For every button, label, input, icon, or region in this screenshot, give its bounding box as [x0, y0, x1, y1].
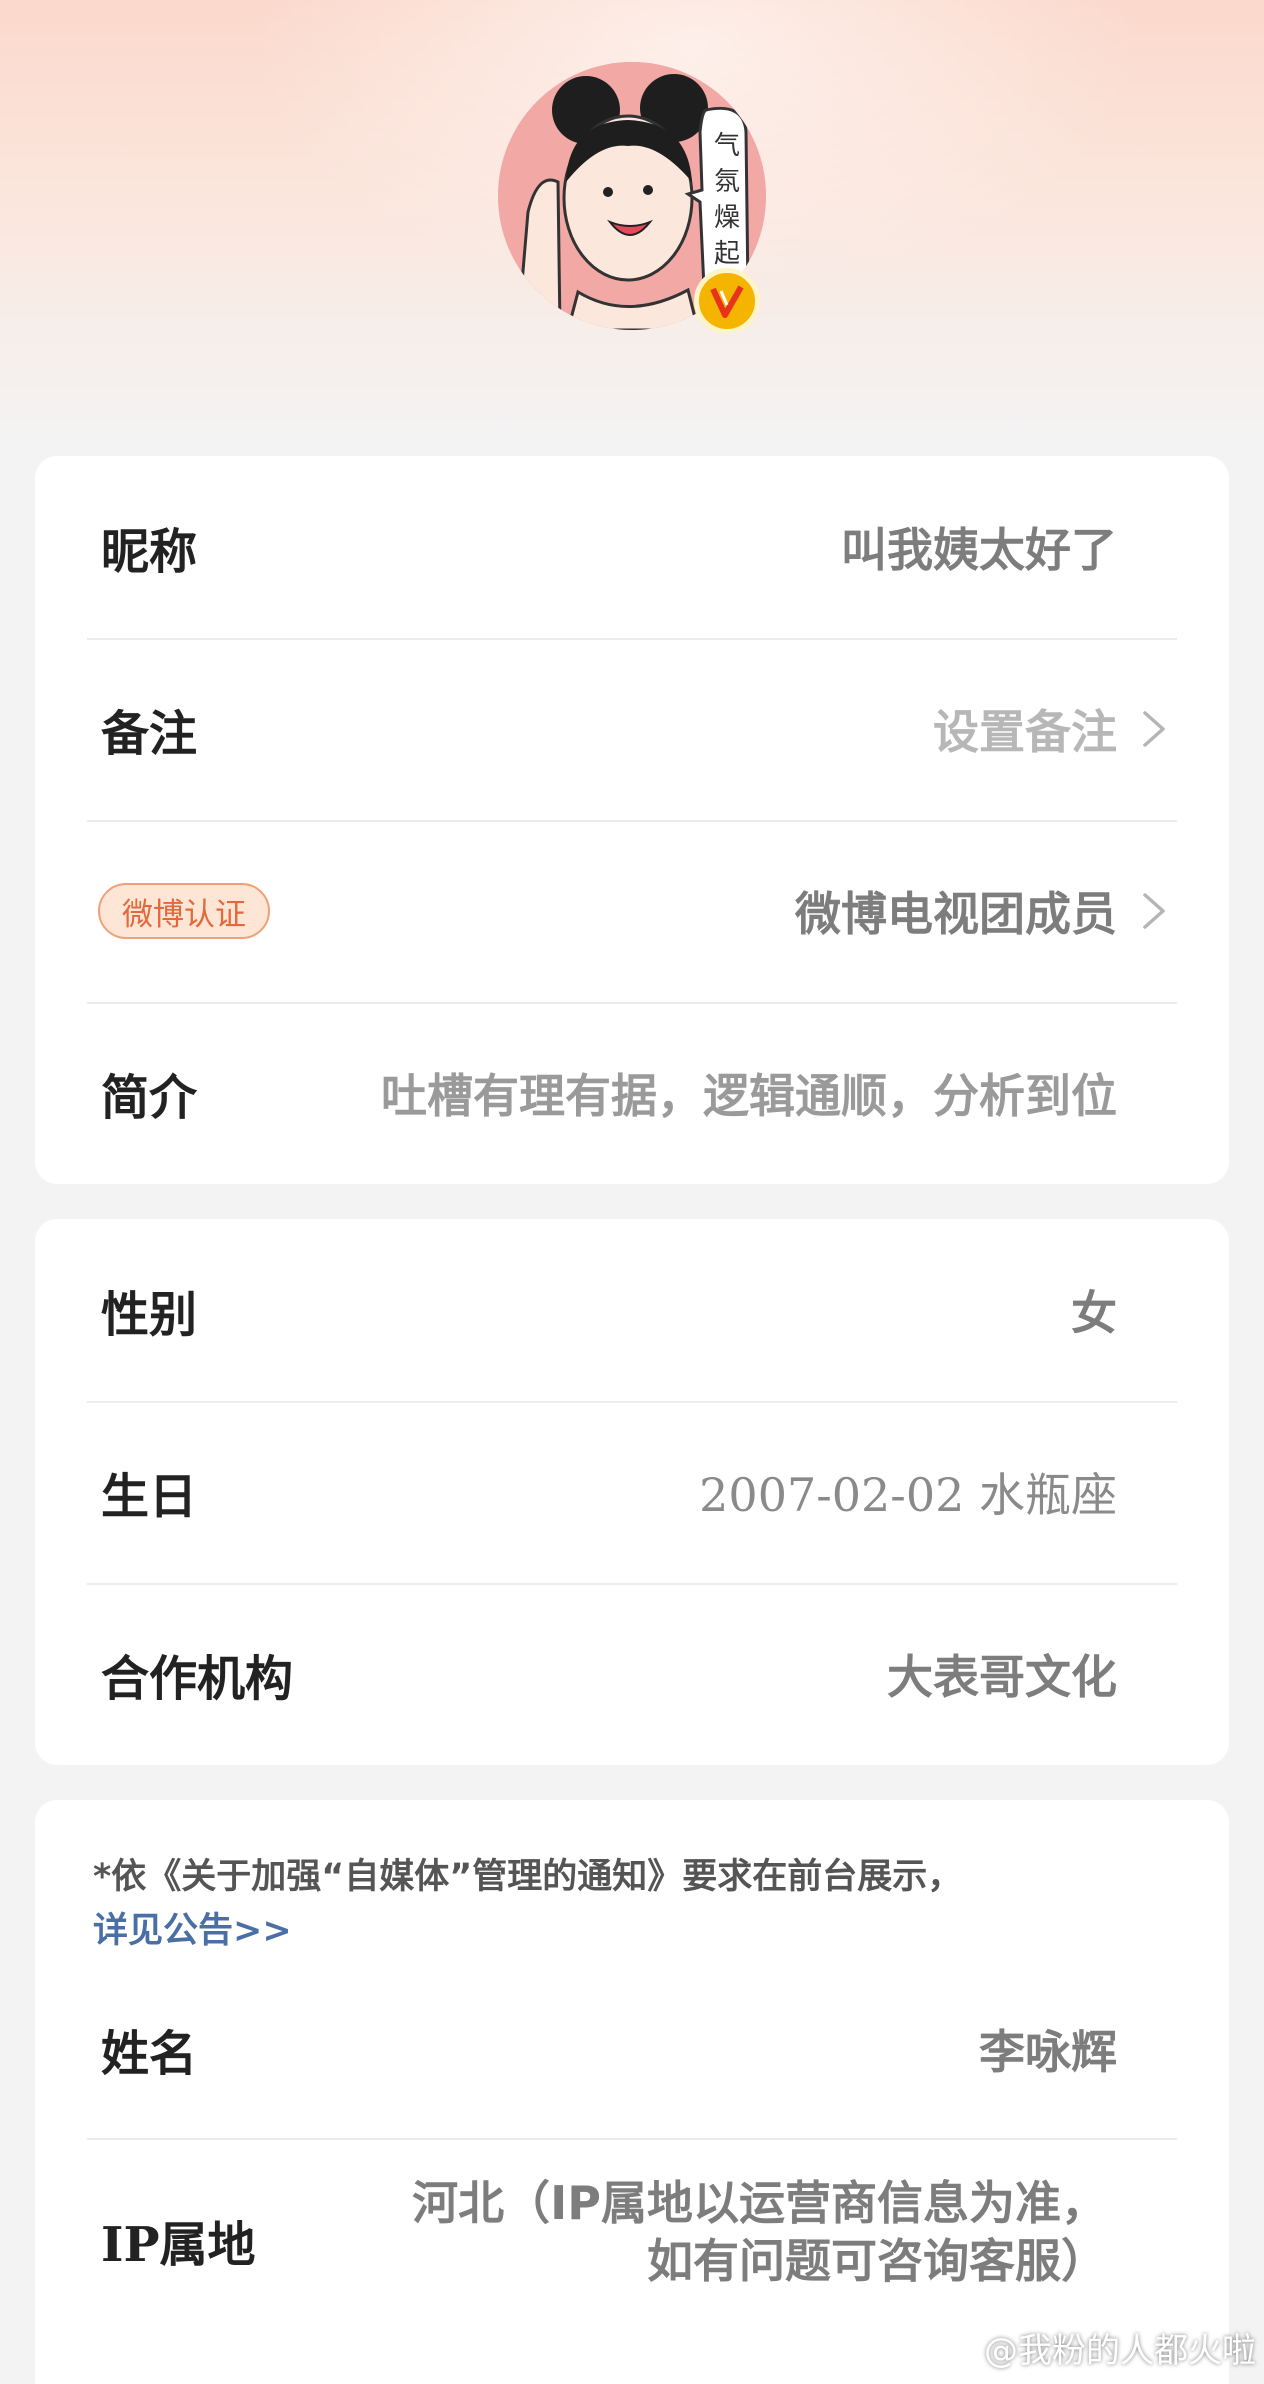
remark-label: 备注 — [101, 706, 198, 762]
weibo-verify-badge: 微博认证 — [98, 883, 270, 939]
bio-value: 吐槽有理有据，逻辑通顺，分析到位 — [381, 1069, 1117, 1123]
name-label: 姓名 — [101, 2026, 198, 2082]
realname-notice: *依《关于加强“自媒体”管理的通知》要求在前台展示， 详见公告>> — [93, 1850, 1183, 1958]
remark-row[interactable]: 备注 设置备注 — [35, 638, 1229, 820]
ip-value: 河北（IP属地以运营商信息为准， 如有问题可咨询客服） — [412, 2174, 1107, 2290]
nickname-label: 昵称 — [101, 524, 198, 580]
notice-link[interactable]: 详见公告>> — [93, 1911, 292, 1951]
verified-v-icon — [694, 268, 760, 334]
watermark: @我粉的人都火啦 — [936, 2323, 1256, 2372]
ip-value-line1: 河北（IP属地以运营商信息为准， — [412, 2176, 1107, 2230]
gender-label: 性别 — [101, 1287, 198, 1343]
ip-row: IP属地 河北（IP属地以运营商信息为准， 如有问题可咨询客服） — [35, 2140, 1229, 2340]
avatar[interactable]: 气 氛 燥 起 — [498, 62, 766, 334]
nickname-value: 叫我姨太好了 — [841, 523, 1117, 577]
gender-row: 性别 女 — [35, 1219, 1229, 1401]
bio-row: 简介 吐槽有理有据，逻辑通顺，分析到位 — [35, 1002, 1229, 1184]
nickname-row: 昵称 叫我姨太好了 — [35, 456, 1229, 638]
birthday-row: 生日 2007-02-02 水瓶座 — [35, 1401, 1229, 1583]
profile-card: 昵称 叫我姨太好了 备注 设置备注 微博认证 微博电视团成员 简介 吐槽有理有据… — [35, 456, 1229, 1184]
details-card: 性别 女 生日 2007-02-02 水瓶座 合作机构 大表哥文化 — [35, 1219, 1229, 1765]
bio-label: 简介 — [101, 1070, 198, 1126]
org-label: 合作机构 — [101, 1651, 294, 1707]
org-value: 大表哥文化 — [887, 1650, 1117, 1704]
svg-text:氛: 氛 — [714, 167, 740, 197]
remark-value[interactable]: 设置备注 — [933, 696, 1117, 762]
notice-text: *依《关于加强“自媒体”管理的通知》要求在前台展示， — [93, 1857, 963, 1897]
name-row: 姓名 李咏辉 — [35, 1958, 1229, 2140]
svg-text:气: 气 — [714, 131, 740, 161]
svg-text:起: 起 — [714, 239, 740, 269]
birthday-label: 生日 — [101, 1469, 198, 1525]
verify-row[interactable]: 微博认证 微博电视团成员 — [35, 820, 1229, 1002]
realname-card: *依《关于加强“自媒体”管理的通知》要求在前台展示， 详见公告>> 姓名 李咏辉… — [35, 1800, 1229, 2384]
weibo-logo-icon — [936, 2333, 978, 2364]
ip-label: IP属地 — [101, 2217, 256, 2273]
birthday-value: 2007-02-02 水瓶座 — [699, 1468, 1117, 1522]
ip-value-line2: 如有问题可咨询客服） — [647, 2234, 1107, 2288]
gender-value: 女 — [1071, 1286, 1117, 1340]
svg-text:燥: 燥 — [714, 203, 740, 233]
name-value: 李咏辉 — [979, 2025, 1117, 2079]
watermark-text: @我粉的人都火啦 — [984, 2331, 1256, 2371]
chevron-right-icon — [1143, 711, 1165, 747]
org-row: 合作机构 大表哥文化 — [35, 1583, 1229, 1765]
verify-value[interactable]: 微博电视团成员 — [795, 878, 1117, 944]
chevron-right-icon — [1143, 893, 1165, 929]
